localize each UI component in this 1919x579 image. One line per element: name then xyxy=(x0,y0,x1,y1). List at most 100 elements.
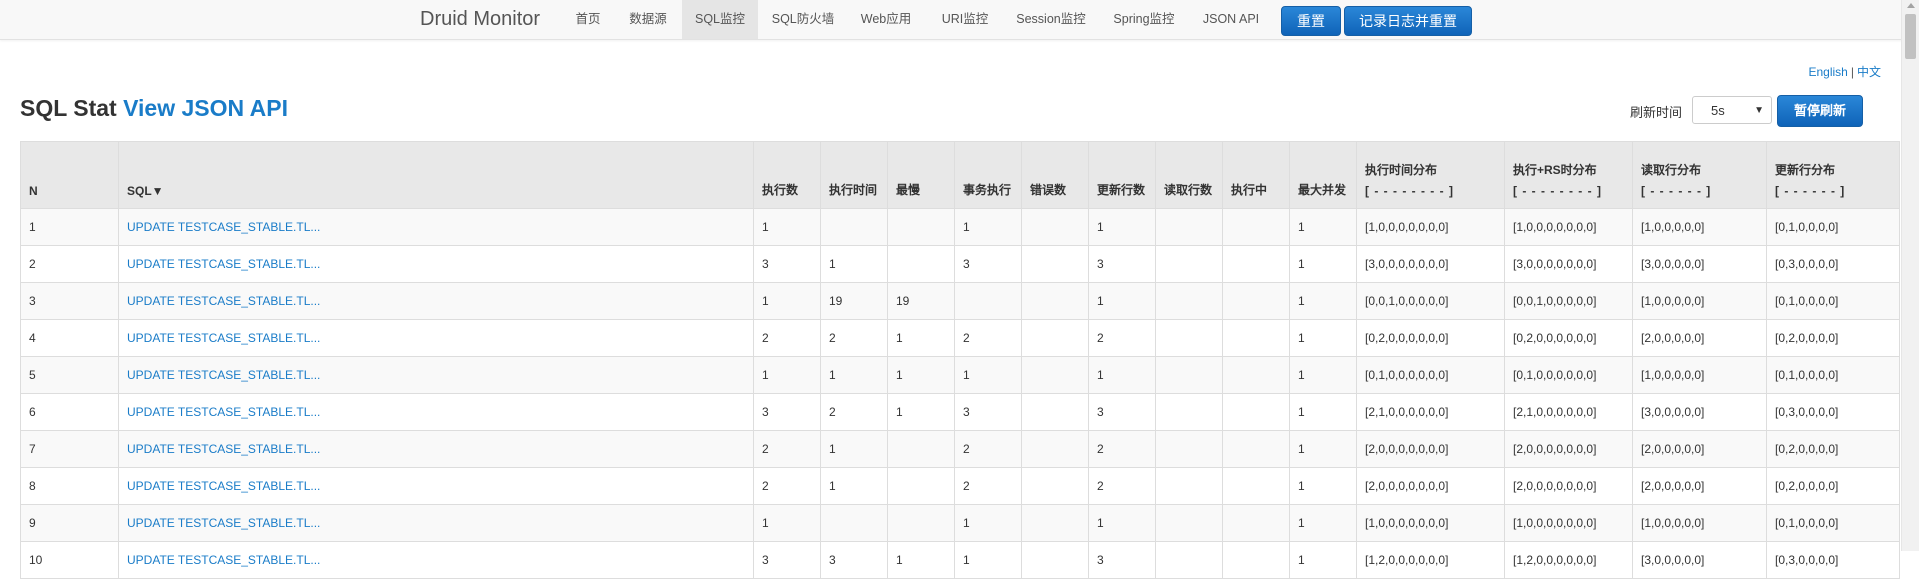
sql-link[interactable]: UPDATE TESTCASE_STABLE.TL... xyxy=(127,294,320,308)
english-link[interactable]: English xyxy=(1809,65,1848,79)
table-cell: [0,1,0,0,0,0] xyxy=(1766,356,1900,394)
table-cell xyxy=(1155,541,1223,579)
column-header-range: [ - - - - - - ] xyxy=(1775,184,1846,198)
table-cell: 1 xyxy=(1289,282,1357,320)
table-cell: [0,1,0,0,0,0] xyxy=(1766,282,1900,320)
table-cell: 5 xyxy=(20,356,119,394)
sql-link[interactable]: UPDATE TESTCASE_STABLE.TL... xyxy=(127,368,320,382)
table-cell xyxy=(887,245,955,283)
lang-separator: | xyxy=(1850,65,1854,79)
scrollbar-thumb[interactable] xyxy=(1905,14,1916,59)
vertical-scrollbar[interactable] xyxy=(1901,0,1919,551)
scroll-up-arrow-icon[interactable] xyxy=(1907,3,1915,8)
table-cell xyxy=(820,504,888,542)
nav-item-spring-monitor[interactable]: Spring监控 xyxy=(1108,0,1180,39)
table-cell: [2,0,0,0,0,0,0,0] xyxy=(1504,467,1633,505)
sql-link[interactable]: UPDATE TESTCASE_STABLE.TL... xyxy=(127,479,320,493)
sql-link[interactable]: UPDATE TESTCASE_STABLE.TL... xyxy=(127,442,320,456)
nav-item-session-monitor[interactable]: Session监控 xyxy=(1012,0,1090,39)
nav-item-json-api[interactable]: JSON API xyxy=(1196,0,1266,39)
table-cell: 2 xyxy=(1088,430,1156,468)
top-navbar: Druid Monitor 首页 数据源 SQL监控 SQL防火墙 Web应用 … xyxy=(0,0,1919,40)
table-cell: 1 xyxy=(753,356,821,394)
table-cell: 1 xyxy=(887,393,955,431)
column-header-label: 执行+RS时分布 xyxy=(1513,163,1597,177)
column-header-label: 执行数 xyxy=(762,183,799,197)
table-cell: [2,0,0,0,0,0] xyxy=(1632,319,1767,357)
table-cell xyxy=(820,208,888,246)
table-cell: UPDATE TESTCASE_STABLE.TL... xyxy=(118,541,754,579)
table-cell: 2 xyxy=(820,319,888,357)
table-cell xyxy=(1155,245,1223,283)
table-cell: 1 xyxy=(1088,208,1156,246)
sql-link[interactable]: UPDATE TESTCASE_STABLE.TL... xyxy=(127,553,320,567)
table-cell: [0,1,0,0,0,0] xyxy=(1766,504,1900,542)
table-row: 3 UPDATE TESTCASE_STABLE.TL... 1 19 19 1 1 [0,0… xyxy=(20,282,1900,320)
column-header-label: 更新行分布 xyxy=(1775,163,1836,177)
table-cell: 1 xyxy=(1088,282,1156,320)
sql-link[interactable]: UPDATE TESTCASE_STABLE.TL... xyxy=(127,516,320,530)
pause-refresh-button[interactable]: 暂停刷新 xyxy=(1777,95,1863,127)
sql-stat-table-container: N SQL▼ 执行数 执行时间 最慢 事务执行 错误数 更新行数 读取行数 执行中 最大并发 执行时间… xyxy=(20,141,1900,579)
table-cell xyxy=(1222,319,1290,357)
sql-link[interactable]: UPDATE TESTCASE_STABLE.TL... xyxy=(127,220,320,234)
table-cell: UPDATE TESTCASE_STABLE.TL... xyxy=(118,467,754,505)
table-cell: [0,2,0,0,0,0,0,0] xyxy=(1356,319,1505,357)
table-cell: [3,0,0,0,0,0] xyxy=(1632,541,1767,579)
nav-item-sql-firewall[interactable]: SQL防火墙 xyxy=(768,0,838,39)
view-json-api-link[interactable]: View JSON API xyxy=(123,95,288,121)
nav-item-sql-monitor[interactable]: SQL监控 xyxy=(682,0,758,39)
column-header-label: SQL▼ xyxy=(127,184,164,198)
table-cell: 6 xyxy=(20,393,119,431)
column-header-label: 读取行分布 xyxy=(1641,163,1702,177)
refresh-interval-select[interactable]: 5s ▼ xyxy=(1692,96,1772,124)
table-cell xyxy=(954,282,1022,320)
table-cell: [2,1,0,0,0,0,0,0] xyxy=(1356,393,1505,431)
table-cell: 1 xyxy=(954,356,1022,394)
sql-link[interactable]: UPDATE TESTCASE_STABLE.TL... xyxy=(127,331,320,345)
column-header: N xyxy=(20,141,119,209)
table-cell: 1 xyxy=(820,467,888,505)
table-cell xyxy=(1155,208,1223,246)
table-cell xyxy=(1155,467,1223,505)
column-header: 执行数 xyxy=(753,141,821,209)
table-cell: 3 xyxy=(1088,393,1156,431)
column-header: 执行+RS时分布 [ - - - - - - - - ] xyxy=(1504,141,1633,209)
chinese-link[interactable]: 中文 xyxy=(1857,65,1881,79)
table-cell: [0,3,0,0,0,0] xyxy=(1766,393,1900,431)
nav-item-home[interactable]: 首页 xyxy=(566,0,610,39)
table-cell xyxy=(1155,319,1223,357)
table-cell: [2,0,0,0,0,0,0,0] xyxy=(1504,430,1633,468)
column-header[interactable]: SQL▼ xyxy=(118,141,754,209)
table-cell: [0,3,0,0,0,0] xyxy=(1766,541,1900,579)
nav-item-web-app[interactable]: Web应用 xyxy=(856,0,916,39)
table-cell: 2 xyxy=(753,430,821,468)
table-cell: [0,3,0,0,0,0] xyxy=(1766,245,1900,283)
table-cell: [3,0,0,0,0,0,0,0] xyxy=(1356,245,1505,283)
sql-link[interactable]: UPDATE TESTCASE_STABLE.TL... xyxy=(127,257,320,271)
column-header: 更新行分布 [ - - - - - - ] xyxy=(1766,141,1900,209)
table-cell: UPDATE TESTCASE_STABLE.TL... xyxy=(118,282,754,320)
table-cell: UPDATE TESTCASE_STABLE.TL... xyxy=(118,430,754,468)
table-cell: 9 xyxy=(20,504,119,542)
table-cell: 1 xyxy=(1289,245,1357,283)
table-cell: 1 xyxy=(753,504,821,542)
sql-link[interactable]: UPDATE TESTCASE_STABLE.TL... xyxy=(127,405,320,419)
column-header-range: [ - - - - - - - - ] xyxy=(1513,184,1602,198)
table-cell: 3 xyxy=(954,393,1022,431)
table-row: 6 UPDATE TESTCASE_STABLE.TL... 3 2 1 3 3 1 [2,1,… xyxy=(20,393,1900,431)
table-cell xyxy=(1222,356,1290,394)
table-cell: 1 xyxy=(887,541,955,579)
nav-item-datasource[interactable]: 数据源 xyxy=(620,0,676,39)
log-and-reset-button[interactable]: 记录日志并重置 xyxy=(1344,6,1472,36)
table-cell xyxy=(1021,430,1089,468)
table-cell: 1 xyxy=(1088,504,1156,542)
table-row: 5 UPDATE TESTCASE_STABLE.TL... 1 1 1 1 1 1 [0,1,… xyxy=(20,356,1900,394)
column-header-label: 读取行数 xyxy=(1164,183,1213,197)
brand-title[interactable]: Druid Monitor xyxy=(420,0,540,39)
table-cell: [3,0,0,0,0,0] xyxy=(1632,393,1767,431)
reset-button[interactable]: 重置 xyxy=(1281,6,1341,36)
table-cell xyxy=(1021,467,1089,505)
nav-item-uri-monitor[interactable]: URI监控 xyxy=(934,0,996,39)
table-cell: 19 xyxy=(887,282,955,320)
